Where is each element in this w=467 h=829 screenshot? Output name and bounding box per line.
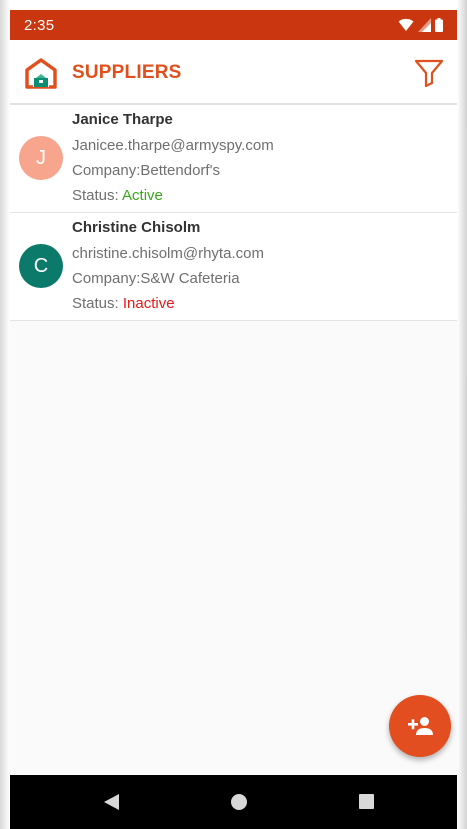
supplier-status: Status: Active <box>72 186 449 211</box>
avatar: C <box>19 244 63 288</box>
status-time: 2:35 <box>24 17 55 34</box>
status-label: Status: <box>72 295 123 312</box>
wifi-icon <box>398 18 414 31</box>
back-icon[interactable] <box>103 793 120 811</box>
add-person-icon <box>408 717 433 735</box>
supplier-status: Status: Inactive <box>72 294 449 319</box>
supplier-company: Company:Bettendorf's <box>72 162 220 179</box>
battery-icon <box>435 18 443 32</box>
status-bar: 2:35 <box>10 10 457 40</box>
warehouse-icon <box>25 58 57 89</box>
supplier-name: Christine Chisolm <box>72 219 201 236</box>
page-title: SUPPLIERS <box>72 62 182 83</box>
frame-shadow-right <box>457 0 467 829</box>
supplier-details: Janice Tharpe Janicee.tharpe@armyspy.com… <box>72 111 449 211</box>
app-bar: SUPPLIERS <box>10 40 457 105</box>
supplier-email: christine.chisolm@rhyta.com <box>72 245 264 262</box>
status-badge: Inactive <box>122 295 175 312</box>
list-item[interactable]: C Christine Chisolm christine.chisolm@rh… <box>10 213 457 321</box>
frame-shadow-left <box>0 0 10 829</box>
supplier-email: Janicee.tharpe@armyspy.com <box>72 137 274 154</box>
system-nav-bar <box>10 775 457 829</box>
signal-icon <box>418 18 431 32</box>
filter-icon[interactable] <box>413 56 445 88</box>
app-screen: 2:35 SUPPLIERS J Janice Tharpe Janicee.t… <box>10 0 457 829</box>
home-icon[interactable] <box>231 794 247 810</box>
supplier-details: Christine Chisolm christine.chisolm@rhyt… <box>72 219 449 319</box>
supplier-list: J Janice Tharpe Janicee.tharpe@armyspy.c… <box>10 105 457 321</box>
supplier-name: Janice Tharpe <box>72 111 173 128</box>
add-supplier-button[interactable] <box>389 695 451 757</box>
status-icons <box>398 18 443 32</box>
recents-icon[interactable] <box>359 794 374 809</box>
avatar: J <box>19 136 63 180</box>
device-frame: 2:35 SUPPLIERS J Janice Tharpe Janicee.t… <box>0 0 467 829</box>
status-badge: Active <box>122 187 163 204</box>
supplier-company: Company:S&W Cafeteria <box>72 270 240 287</box>
top-strip <box>10 0 457 10</box>
status-label: Status: <box>72 187 123 204</box>
list-item[interactable]: J Janice Tharpe Janicee.tharpe@armyspy.c… <box>10 105 457 213</box>
